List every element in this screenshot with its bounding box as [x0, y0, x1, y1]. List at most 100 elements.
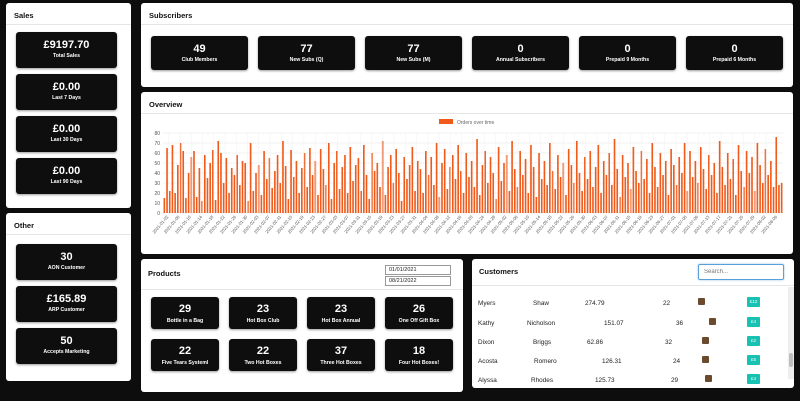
stat-label: Three Hot Boxes	[320, 360, 362, 366]
chart-bar	[185, 198, 187, 213]
last-7-days-card: £0.00 Last 7 Days	[16, 74, 117, 110]
last-30-days-card: £0.00 Last 30 Days	[16, 116, 117, 152]
chart-bar	[220, 153, 222, 213]
chart-bar	[489, 157, 492, 213]
tag-badge[interactable]: £12	[747, 297, 760, 307]
chart-bar	[476, 139, 478, 213]
chart-bar	[484, 151, 486, 213]
chart-bar	[500, 181, 503, 213]
chart-bar	[713, 163, 716, 213]
chart-bar	[597, 145, 600, 213]
total-sales-card: £9197.70 Total Sales	[16, 32, 117, 68]
stat-label: Total Sales	[52, 53, 80, 59]
table-row[interactable]: Dixon Briggs 62.86 32 £2	[472, 333, 782, 353]
chart-bar	[492, 173, 495, 213]
stat-label: Five Tears Systeml	[161, 360, 209, 366]
stat-label: Last 7 Days	[52, 95, 81, 101]
chart-bar	[352, 181, 354, 213]
chart-bar	[627, 163, 629, 213]
chart-bar	[673, 165, 675, 213]
table-row[interactable]: Acosta Romero 126.31 24 £5	[472, 352, 782, 372]
chart-bar	[203, 155, 206, 213]
chart-bar	[772, 187, 775, 213]
stat-label: New Subs (M)	[396, 57, 431, 63]
chart-bar	[735, 195, 737, 213]
chart-bar	[344, 155, 346, 213]
table-row[interactable]: Alyssa Rhodes 125.73 29 £4	[472, 371, 782, 388]
chart-bar	[616, 169, 619, 213]
chart-bar	[462, 193, 465, 213]
chart-bar	[330, 199, 333, 213]
chart-bar	[333, 163, 335, 213]
y-tick-label: 40	[154, 171, 160, 177]
y-tick-label: 20	[154, 191, 160, 197]
chart-bar	[724, 185, 726, 213]
product-card: 22 Two Hot Boxes	[229, 339, 297, 371]
chart-bar	[306, 187, 309, 213]
chart-bar	[265, 179, 268, 213]
chart-bar	[670, 149, 672, 213]
chart-bar	[287, 199, 290, 213]
tag-badge[interactable]: £2	[747, 336, 760, 346]
chart-bar	[271, 188, 273, 213]
chart-bar	[611, 185, 613, 213]
stat-label: Last 90 Days	[50, 179, 83, 185]
chart-bar	[435, 143, 438, 213]
chart-bar	[255, 173, 257, 213]
scrollbar-thumb[interactable]	[789, 353, 793, 367]
chart-bar	[295, 161, 298, 213]
chart-bar	[360, 191, 362, 213]
customer-search-input[interactable]	[698, 264, 784, 280]
aon-customer-card: 30 AON Customer	[16, 244, 117, 280]
legend-swatch[interactable]	[439, 119, 453, 124]
table-row[interactable]: Myers Shaw 274.79 22 £12	[472, 294, 782, 314]
chart-bar	[659, 153, 662, 213]
last-90-days-card: £0.00 Last 90 Days	[16, 158, 117, 194]
chart-bar	[233, 175, 236, 213]
chart-bar	[387, 167, 389, 213]
stat-value: £0.00	[52, 81, 81, 93]
products-title: Products	[148, 269, 181, 278]
chart-bar	[481, 165, 484, 213]
chart-bar	[581, 191, 583, 213]
chart-bar	[284, 166, 287, 213]
prepaid-9-months-card: 0 Prepaid 9 Months	[579, 36, 676, 70]
first-name: Kathy	[478, 320, 495, 327]
chart-bar	[702, 169, 705, 213]
chart-bar	[363, 145, 365, 213]
overview-title: Overview	[141, 92, 793, 114]
chart-bar	[263, 151, 265, 213]
chart-bar	[311, 175, 314, 213]
chart-bar	[357, 158, 360, 213]
amount: 126.31	[602, 358, 622, 365]
date-from-input[interactable]	[385, 265, 451, 275]
stat-label: AON Customer	[47, 265, 86, 271]
tag-badge[interactable]: £4	[747, 317, 760, 327]
stat-value: 77	[407, 43, 420, 55]
chart-bar	[341, 167, 344, 213]
legend-label[interactable]: Orders over time	[457, 120, 494, 126]
chart-bar	[589, 151, 592, 213]
chart-bar	[546, 185, 548, 213]
chart-bar	[225, 158, 228, 213]
chart-bar	[637, 183, 640, 213]
chart-bar	[365, 175, 368, 213]
scrollbar[interactable]	[788, 287, 794, 379]
chart-bar	[187, 173, 190, 213]
tag-badge[interactable]: £4	[747, 374, 760, 384]
chart-bar	[198, 168, 201, 213]
chart-bar	[349, 147, 352, 213]
chart-bar	[592, 187, 594, 213]
last-name: Briggs	[533, 339, 552, 346]
chart-bar	[276, 155, 279, 213]
product-card: 26 One Off Gift Box	[385, 297, 453, 329]
stat-label: Prepaid 6 Months	[712, 57, 757, 63]
chart-bar	[497, 147, 500, 213]
tag-badge[interactable]: £5	[747, 355, 760, 365]
y-tick-label: 70	[154, 141, 160, 147]
chart-bar	[540, 179, 543, 213]
table-row[interactable]: Kathy Nicholson 151.07 36 £4	[472, 314, 782, 334]
first-name: Alyssa	[478, 377, 497, 384]
date-to-input[interactable]	[385, 276, 451, 286]
stat-value: 49	[193, 43, 206, 55]
